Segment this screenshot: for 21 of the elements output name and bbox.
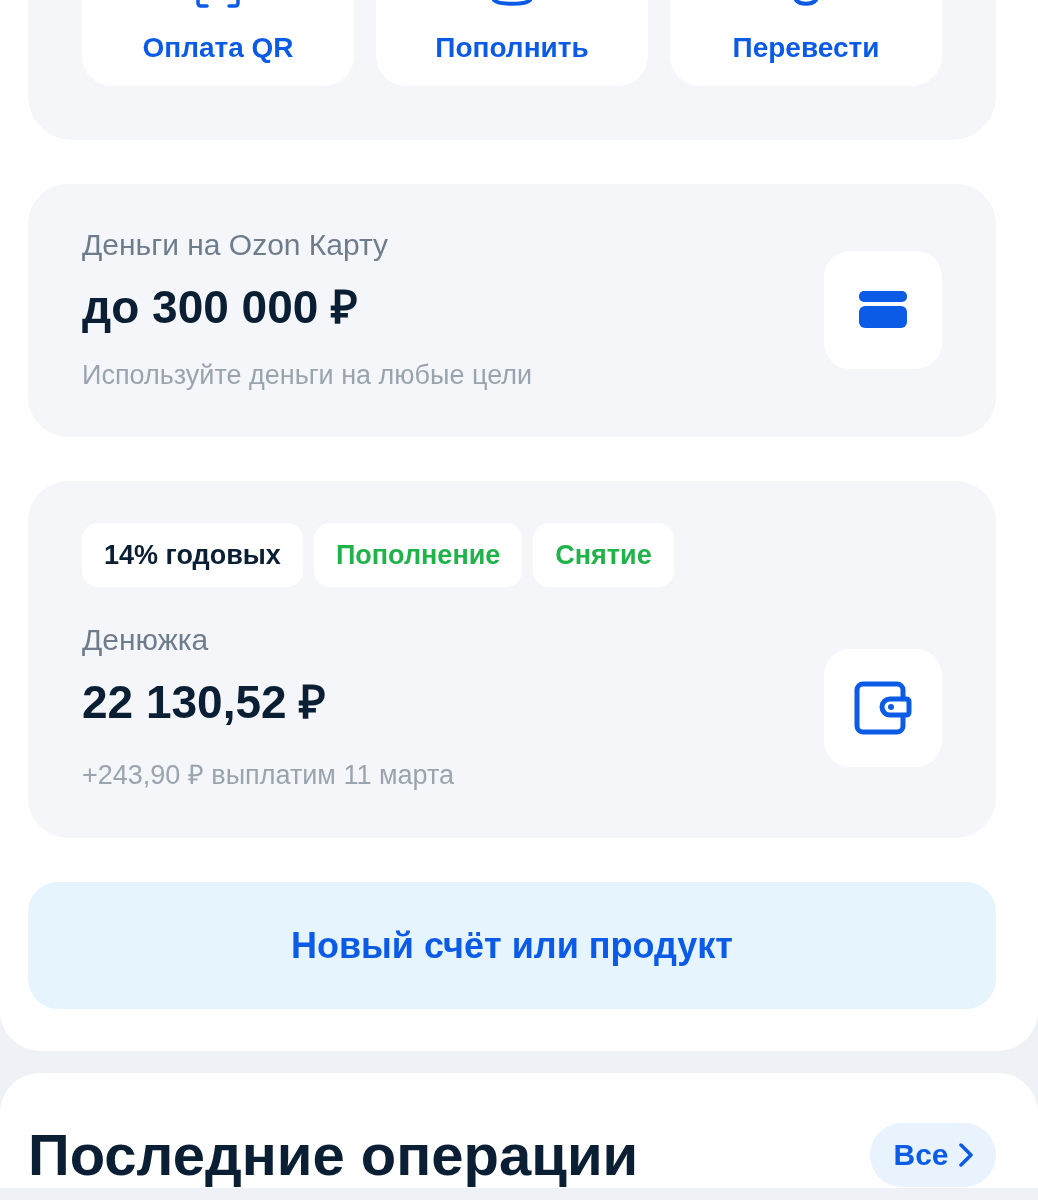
tag: Пополнение xyxy=(313,523,523,587)
quick-action-button[interactable]: Оплата QR xyxy=(82,0,354,86)
new-product-button[interactable]: Новый счёт или продукт xyxy=(28,882,996,1009)
section-heading: Последние операции xyxy=(28,1121,639,1188)
product-note: Используйте деньги на любые цели xyxy=(82,360,533,391)
tag: Снятие xyxy=(533,523,674,587)
quick-action-button[interactable]: Пополнить xyxy=(376,0,648,86)
frame-icon xyxy=(196,0,240,8)
quick-action-button[interactable]: Перевести xyxy=(670,0,942,86)
all-button[interactable]: Все xyxy=(870,1122,996,1187)
tag: 14% годовых xyxy=(82,523,303,587)
product-title: Деньги на Ozon Карту xyxy=(82,228,390,262)
product-amount: до 300 000 ₽ xyxy=(82,280,360,335)
card-icon xyxy=(858,290,908,329)
product-note: +243,90 ₽ выплатим 11 марта xyxy=(82,759,455,792)
chevron-icon xyxy=(958,1142,973,1167)
wallet-icon xyxy=(854,680,912,735)
product-amount: 22 130,52 ₽ xyxy=(82,675,328,730)
product-card[interactable]: 14% годовых Пополнение Снятие Денюжка 22 130,52 ₽ +243,90 ₽ выплатим 11 марта xyxy=(28,481,996,838)
product-card[interactable]: Деньги на Ozon Карту до 300 000 ₽ Используйте деньги на любые цели xyxy=(28,184,996,437)
product-title: Денюжка xyxy=(82,623,210,657)
